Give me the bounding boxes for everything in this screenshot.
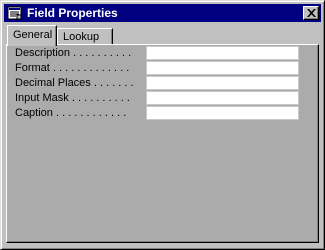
- tab-general[interactable]: General: [7, 25, 57, 46]
- general-tab-panel: Description . . . . . . . . . . Format .…: [6, 44, 319, 243]
- close-icon: [307, 9, 316, 17]
- field-properties-window: Field Properties General Lookup Descript…: [0, 0, 325, 250]
- properties-icon: [7, 5, 23, 21]
- caption-field[interactable]: [146, 106, 299, 120]
- format-label: Format . . . . . . . . . . . . .: [15, 62, 130, 74]
- window-title: Field Properties: [27, 6, 118, 20]
- decimal-places-row: Decimal Places . . . . . . .: [15, 76, 305, 91]
- decimal-places-label: Decimal Places . . . . . . .: [15, 77, 134, 89]
- description-label: Description . . . . . . . . . .: [15, 47, 132, 59]
- title-bar[interactable]: Field Properties: [4, 4, 321, 22]
- description-field[interactable]: [146, 46, 299, 60]
- description-row: Description . . . . . . . . . .: [15, 46, 305, 61]
- input-mask-label: Input Mask . . . . . . . . . .: [15, 92, 130, 104]
- close-button[interactable]: [303, 6, 319, 20]
- caption-label: Caption . . . . . . . . . . . .: [15, 107, 127, 119]
- tab-lookup[interactable]: Lookup: [57, 28, 113, 45]
- input-mask-row: Input Mask . . . . . . . . . .: [15, 91, 305, 106]
- caption-row: Caption . . . . . . . . . . . .: [15, 106, 305, 121]
- input-mask-field[interactable]: [146, 91, 299, 105]
- decimal-places-field[interactable]: [146, 76, 299, 90]
- format-row: Format . . . . . . . . . . . . .: [15, 61, 305, 76]
- format-field[interactable]: [146, 61, 299, 75]
